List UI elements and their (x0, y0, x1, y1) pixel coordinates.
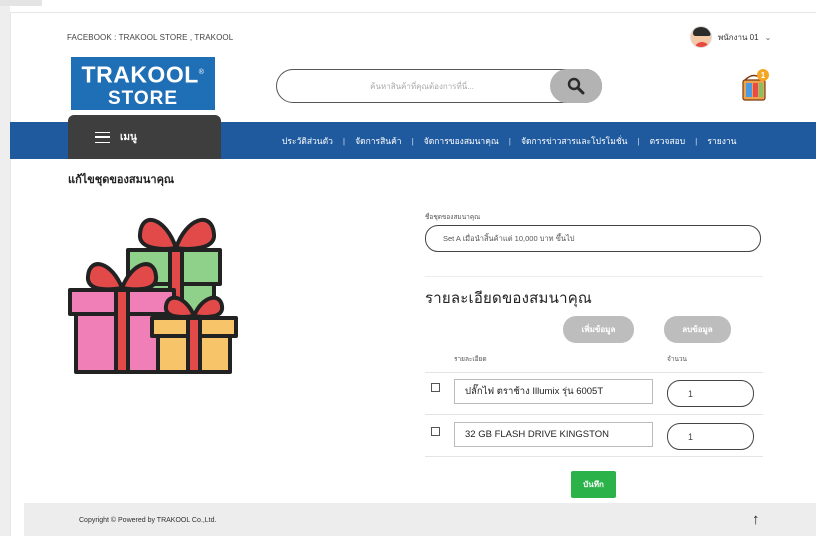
top-edge-strip (0, 0, 42, 6)
nav-separator: | (411, 135, 414, 146)
registered-mark: ® (198, 69, 205, 76)
nav-separator: | (508, 135, 511, 146)
page-title: แก้ไขชุดของสมนาคุณ (68, 174, 175, 186)
nav-links: ประวัติส่วนตัว | จัดการสินค้า | จัดการขอ… (278, 122, 740, 159)
table-row-divider (425, 456, 763, 457)
copyright-text: Copyright © Powered by TRAKOOL Co.,Ltd. (79, 517, 217, 524)
column-header-detail: รายละเอียด (454, 356, 487, 363)
store-logo[interactable]: TRAKOOL® STORE (71, 57, 215, 110)
user-name: พนักงาน 01 (718, 32, 759, 42)
hamburger-icon (95, 131, 110, 143)
gift-basket-icon: 1 (742, 69, 769, 101)
set-name-label: ชื่อชุดของสมนาคุณ (425, 214, 481, 221)
gift-boxes-icon (68, 217, 238, 374)
logo-text-trakool: TRAKOOL (81, 61, 199, 88)
search-input[interactable] (291, 76, 553, 96)
add-data-button[interactable]: เพิ่มข้อมูล (563, 316, 634, 343)
menu-button[interactable]: เมนู (68, 115, 221, 159)
item-detail-field[interactable]: 32 GB FLASH DRIVE KINGSTON (454, 422, 653, 447)
item-quantity-field[interactable]: 1 (667, 423, 754, 450)
section-title: รายละเอียดของสมนาคุณ (425, 290, 593, 307)
table-row-divider (425, 372, 763, 373)
set-name-input[interactable]: Set A เมื่อนำสิ้นค้าแต่ 10,000 บาท ขึ้นไ… (425, 225, 761, 252)
delete-data-button[interactable]: ลบข้อมูล (664, 316, 731, 343)
menu-label: เมนู (120, 131, 137, 143)
nav-separator: | (695, 135, 698, 146)
logo-text-store: STORE (107, 87, 179, 109)
row-checkbox[interactable] (431, 383, 440, 392)
column-header-quantity: จำนวน (667, 356, 687, 363)
section-divider (425, 276, 763, 277)
scroll-to-top-icon[interactable]: ↑ (752, 511, 760, 528)
search-bar (276, 69, 602, 103)
nav-item-products[interactable]: จัดการสินค้า (351, 134, 405, 148)
search-icon (567, 77, 585, 95)
search-button[interactable] (550, 69, 602, 103)
footer: Copyright © Powered by TRAKOOL Co.,Ltd. … (24, 503, 816, 536)
left-edge-strip (0, 0, 10, 536)
item-detail-field[interactable]: ปลั๊กไฟ ตราช้าง Illumix รุ่น 6005T (454, 379, 653, 404)
nav-item-gifts[interactable]: จัดการของสมนาคุณ (420, 134, 503, 148)
nav-separator: | (637, 135, 640, 146)
user-menu[interactable]: พนักงาน 01 ⌄ (690, 26, 771, 48)
facebook-link[interactable]: FACEBOOK : TRAKOOL STORE , TRAKOOL (67, 33, 233, 42)
nav-item-news-promotions[interactable]: จัดการข่าวสารและโปรโมชั่น (517, 134, 631, 148)
nav-item-reports[interactable]: รายงาน (703, 134, 740, 148)
save-button[interactable]: บันทึก (571, 471, 616, 498)
nav-item-inspect[interactable]: ตรวจสอบ (646, 134, 690, 148)
nav-separator: | (342, 135, 346, 146)
chevron-down-icon: ⌄ (764, 32, 772, 42)
avatar (690, 26, 712, 48)
nav-item-profile[interactable]: ประวัติส่วนตัว (278, 134, 337, 148)
row-checkbox[interactable] (431, 427, 440, 436)
gift-basket-button[interactable]: 1 (737, 68, 771, 102)
table-row-divider (425, 414, 763, 415)
cart-badge: 1 (761, 71, 766, 80)
gift-boxes-illustration (66, 206, 242, 378)
item-quantity-field[interactable]: 1 (667, 380, 754, 407)
